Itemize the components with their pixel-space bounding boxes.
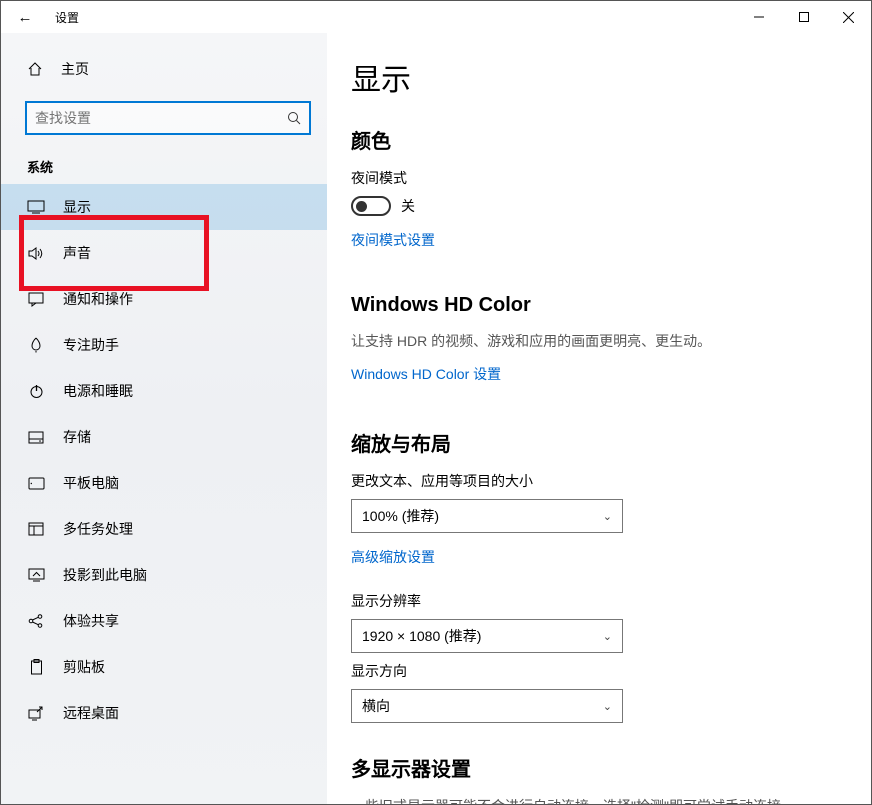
storage-icon [27,428,45,446]
sidebar: 主页 系统 显示 声音 通知和操作 [1,33,327,804]
chevron-down-icon: ⌄ [603,700,612,713]
sidebar-item-label: 存储 [63,427,91,447]
sidebar-item-label: 剪贴板 [63,657,105,677]
text-size-dropdown[interactable]: 100% (推荐) ⌄ [351,499,623,533]
sidebar-item-label: 通知和操作 [63,289,133,309]
close-button[interactable] [826,1,871,33]
chevron-down-icon: ⌄ [603,630,612,643]
advanced-scale-link[interactable]: 高级缩放设置 [351,547,435,567]
notification-icon [27,290,45,308]
sidebar-item-label: 显示 [63,197,91,217]
sidebar-item-tablet[interactable]: 平板电脑 [1,460,327,506]
power-icon [27,382,45,400]
projecting-icon [27,566,45,584]
sidebar-item-storage[interactable]: 存储 [1,414,327,460]
night-mode-toggle[interactable] [351,196,391,216]
orientation-dropdown[interactable]: 横向 ⌄ [351,689,623,723]
focus-icon [27,336,45,354]
content-pane: 显示 颜色 夜间模式 关 夜间模式设置 Windows HD Color 让支持… [327,33,871,804]
titlebar: ← 设置 [1,1,871,33]
section-color: 颜色 [351,125,847,154]
page-title: 显示 [351,55,847,99]
display-icon [27,198,45,216]
night-mode-value: 关 [401,196,415,216]
section-scale: 缩放与布局 [351,428,847,457]
hdcolor-desc: 让支持 HDR 的视频、游戏和应用的画面更明亮、更生动。 [351,331,847,352]
maximize-button[interactable] [781,1,826,33]
sidebar-item-label: 体验共享 [63,611,119,631]
clipboard-icon [27,658,45,676]
sidebar-item-label: 平板电脑 [63,473,119,493]
home-icon [27,61,43,77]
back-button[interactable]: ← [9,9,41,26]
section-multi: 多显示器设置 [351,753,847,782]
night-mode-settings-link[interactable]: 夜间模式设置 [351,230,435,250]
sidebar-item-label: 投影到此电脑 [63,565,147,585]
sound-icon [27,244,45,262]
orientation-label: 显示方向 [351,661,847,681]
sidebar-item-label: 多任务处理 [63,519,133,539]
sidebar-group-label: 系统 [27,157,327,176]
tablet-icon [27,474,45,492]
home-label: 主页 [61,59,89,79]
remote-icon [27,704,45,722]
sidebar-item-multitasking[interactable]: 多任务处理 [1,506,327,552]
night-mode-label: 夜间模式 [351,168,847,188]
resolution-value: 1920 × 1080 (推荐) [362,626,481,646]
resolution-label: 显示分辨率 [351,591,847,611]
sidebar-item-clipboard[interactable]: 剪贴板 [1,644,327,690]
minimize-button[interactable] [736,1,781,33]
sidebar-item-remote[interactable]: 远程桌面 [1,690,327,736]
text-size-value: 100% (推荐) [362,506,439,526]
text-size-label: 更改文本、应用等项目的大小 [351,471,847,491]
section-hdcolor: Windows HD Color [351,294,847,317]
search-icon [287,111,301,125]
sidebar-item-projecting[interactable]: 投影到此电脑 [1,552,327,598]
orientation-value: 横向 [362,696,390,716]
sidebar-item-label: 远程桌面 [63,703,119,723]
close-icon [843,12,854,23]
sidebar-item-sound[interactable]: 声音 [1,230,327,276]
multi-desc: 一些旧式显示器可能不会进行自动连接，选择"检测"即可尝试手动连接。 [351,796,847,804]
sidebar-item-notifications[interactable]: 通知和操作 [1,276,327,322]
search-box[interactable] [25,101,311,135]
sidebar-item-label: 声音 [63,243,91,263]
chevron-down-icon: ⌄ [603,510,612,523]
resolution-dropdown[interactable]: 1920 × 1080 (推荐) ⌄ [351,619,623,653]
shared-icon [27,612,45,630]
multitask-icon [27,520,45,538]
window-title: 设置 [55,9,79,26]
maximize-icon [799,12,809,22]
settings-window: ← 设置 主页 系统 [0,0,872,805]
sidebar-item-shared[interactable]: 体验共享 [1,598,327,644]
hdcolor-link[interactable]: Windows HD Color 设置 [351,364,501,384]
sidebar-item-label: 电源和睡眠 [63,381,133,401]
home-link[interactable]: 主页 [1,51,327,87]
sidebar-item-display[interactable]: 显示 [1,184,327,230]
sidebar-item-power[interactable]: 电源和睡眠 [1,368,327,414]
search-input[interactable] [35,110,287,126]
minimize-icon [754,12,764,22]
sidebar-item-focus[interactable]: 专注助手 [1,322,327,368]
sidebar-item-label: 专注助手 [63,335,119,355]
